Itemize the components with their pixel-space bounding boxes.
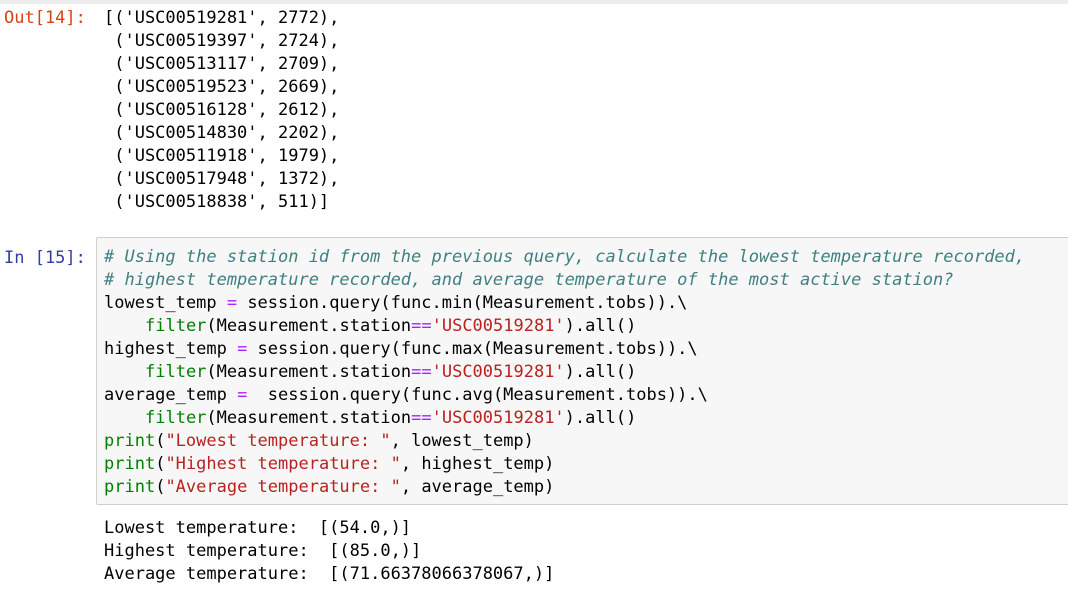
- code-line: filter(Measurement.station=='USC00519281…: [145, 316, 637, 336]
- output-line: ('USC00518838', 511)]: [104, 192, 330, 212]
- input-prompt-15: In [15]:: [4, 248, 86, 268]
- output-line: ('USC00519523', 2669),: [104, 77, 340, 97]
- code-line: print("Average temperature: ", average_t…: [104, 477, 555, 497]
- output-line: ('USC00516128', 2612),: [104, 100, 340, 120]
- output-area-15[interactable]: Lowest temperature: [(54.0,)] Highest tem…: [104, 517, 554, 586]
- output-line: ('USC00511918', 1979),: [104, 146, 340, 166]
- notebook-top-divider: [0, 0, 1068, 4]
- output-line: [('USC00519281', 2772),: [104, 8, 340, 28]
- code-comment: # highest temperature recorded, and aver…: [104, 270, 954, 290]
- output-prompt-14: Out[14]:: [4, 8, 86, 28]
- code-comment: # Using the station id from the previous…: [104, 247, 1026, 267]
- output-line: Lowest temperature: [(54.0,)]: [104, 518, 412, 538]
- output-line: Highest temperature: [(85.0,)]: [104, 541, 422, 561]
- output-line: ('USC00517948', 1372),: [104, 169, 340, 189]
- code-text[interactable]: # Using the station id from the previous…: [104, 246, 1025, 499]
- output-line: ('USC00514830', 2202),: [104, 123, 340, 143]
- code-line: filter(Measurement.station=='USC00519281…: [145, 362, 637, 382]
- code-line: lowest_temp = session.query(func.min(Mea…: [104, 293, 688, 313]
- output-line: ('USC00513117', 2709),: [104, 54, 340, 74]
- code-line: average_temp = session.query(func.avg(Me…: [104, 385, 708, 405]
- output-line: Average temperature: [(71.66378066378067…: [104, 564, 555, 584]
- code-line: highest_temp = session.query(func.max(Me…: [104, 339, 698, 359]
- output-area-14[interactable]: [('USC00519281', 2772), ('USC00519397', …: [104, 7, 339, 214]
- code-line: print("Lowest temperature: ", lowest_tem…: [104, 431, 534, 451]
- output-line: ('USC00519397', 2724),: [104, 31, 340, 51]
- code-cell-editor[interactable]: # Using the station id from the previous…: [96, 237, 1068, 505]
- code-line: print("Highest temperature: ", highest_t…: [104, 454, 555, 474]
- code-line: filter(Measurement.station=='USC00519281…: [145, 408, 637, 428]
